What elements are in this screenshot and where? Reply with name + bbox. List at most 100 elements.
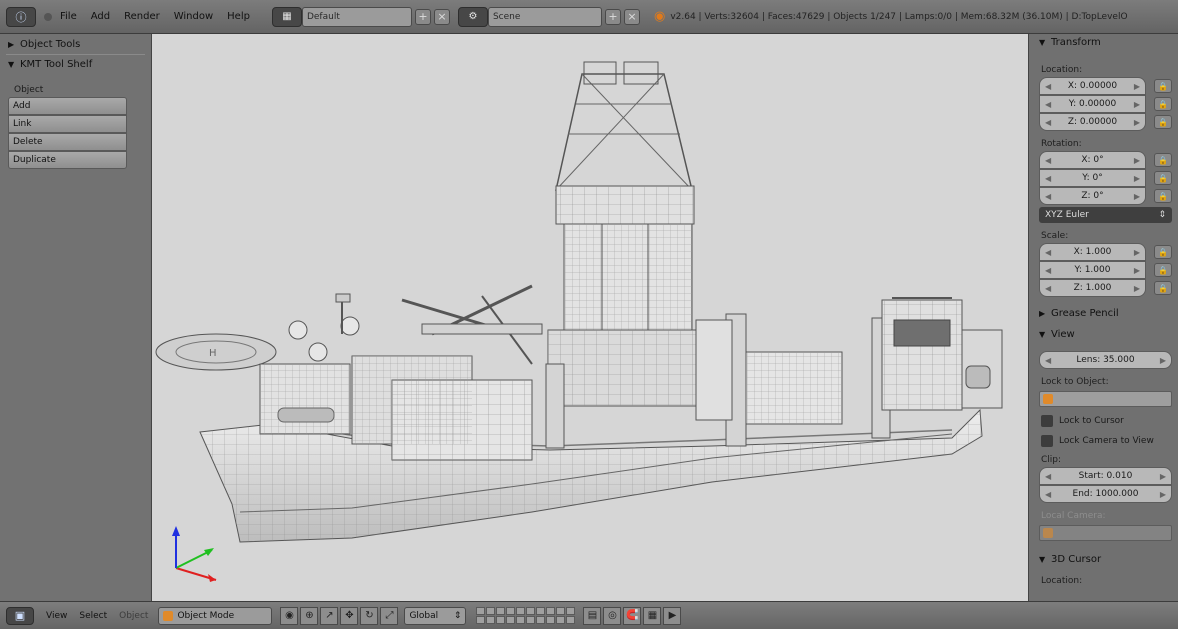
blender-logo-icon: ◉ [653, 9, 666, 24]
translate-icon[interactable]: ✥ [340, 606, 359, 625]
cursor-location-label: Location: [1041, 576, 1083, 586]
screen-layout-icon[interactable]: ▦ [271, 6, 302, 27]
lock-to-object-label: Lock to Object: [1041, 377, 1109, 387]
delete-scene-button[interactable]: × [623, 8, 640, 25]
mode-value: Object Mode [177, 610, 235, 621]
lock-icon[interactable]: 🔒 [1154, 263, 1172, 277]
scale-label: Scale: [1041, 231, 1069, 241]
scale-z-field[interactable]: ◀ Z: 1.000 ▶ [1039, 279, 1146, 297]
lock-icon[interactable]: 🔒 [1154, 97, 1172, 111]
transform-title: Transform [1051, 37, 1101, 48]
properties-panel: ▼ Transform Location: ◀ X: 0.00000 ▶ 🔒 ◀ Y: 0… [1028, 34, 1178, 601]
transform-orientation-select[interactable]: Global ⇕ [404, 606, 467, 625]
dropdown-arrows-icon: ⇕ [453, 610, 462, 621]
collapsed-triangle-icon: ▶ [8, 40, 15, 49]
lock-camera-checkbox[interactable]: Lock Camera to View [1041, 435, 1178, 447]
menu-add[interactable]: Add [91, 11, 110, 22]
expanded-triangle-icon: ▼ [1039, 555, 1046, 564]
lock-to-cursor-checkbox[interactable]: Lock to Cursor [1041, 415, 1178, 427]
lock-icon[interactable]: 🔒 [1154, 281, 1172, 295]
clip-label: Clip: [1041, 455, 1062, 465]
lock-to-object-field[interactable] [1039, 391, 1172, 407]
clip-end-field[interactable]: ◀ End: 1000.000 ▶ [1039, 485, 1172, 503]
add-scene-button[interactable]: + [604, 8, 621, 25]
menu-view[interactable]: View [46, 611, 67, 621]
location-x-field[interactable]: ◀ X: 0.00000 ▶ [1039, 77, 1146, 95]
checkbox-icon [1041, 415, 1053, 427]
scene-icon[interactable]: ⚙ [457, 6, 488, 27]
3d-viewport[interactable]: H [152, 34, 1028, 601]
rotation-z-field[interactable]: ◀ Z: 0° ▶ [1039, 187, 1146, 205]
scene-select[interactable]: Scene [487, 6, 602, 27]
location-z-field[interactable]: ◀ Z: 0.00000 ▶ [1039, 113, 1146, 131]
clip-end-value: End: 1000.000 [1072, 489, 1139, 499]
local-camera-field[interactable] [1039, 525, 1172, 541]
rotation-y-field[interactable]: ◀ Y: 0° ▶ [1039, 169, 1146, 187]
add-layout-button[interactable]: + [414, 8, 431, 25]
mode-select[interactable]: Object Mode [158, 606, 273, 625]
lock-icon[interactable]: 🔒 [1154, 153, 1172, 167]
layer-lock-icon[interactable]: ▤ [583, 606, 602, 625]
rotate-icon[interactable]: ↻ [360, 606, 379, 625]
scale-x-field[interactable]: ◀ X: 1.000 ▶ [1039, 243, 1146, 261]
menu-toggle-icon[interactable] [44, 12, 52, 21]
screen-layout-select[interactable]: Default [301, 6, 412, 27]
view-title: View [1051, 329, 1075, 340]
expanded-triangle-icon: ▼ [1039, 330, 1046, 339]
view-panel-header[interactable]: ▼ View [1029, 326, 1178, 343]
location-z-value: Z: 0.00000 [1067, 117, 1118, 127]
scale-y-value: Y: 1.000 [1074, 265, 1111, 275]
rotation-mode-select[interactable]: XYZ Euler ⇕ [1039, 207, 1172, 223]
lock-icon[interactable]: 🔒 [1154, 245, 1172, 259]
kmt-title: KMT Tool Shelf [20, 59, 93, 70]
location-y-field[interactable]: ◀ Y: 0.00000 ▶ [1039, 95, 1146, 113]
scale-icon[interactable]: ⤢ [380, 606, 399, 625]
menu-help[interactable]: Help [227, 11, 250, 22]
location-label: Location: [1041, 65, 1083, 75]
lock-icon[interactable]: 🔒 [1154, 171, 1172, 185]
proportional-edit-icon[interactable]: ◎ [603, 606, 622, 625]
scale-y-field[interactable]: ◀ Y: 1.000 ▶ [1039, 261, 1146, 279]
add-button[interactable]: Add [8, 97, 127, 115]
layers-grid[interactable] [476, 607, 576, 624]
rotation-x-value: X: 0° [1081, 155, 1104, 165]
viewport-shading-icon[interactable]: ◉ [280, 606, 299, 625]
render-preview-icon[interactable]: ▶ [663, 606, 682, 625]
menu-select[interactable]: Select [79, 611, 107, 621]
lock-camera-label: Lock Camera to View [1059, 436, 1154, 446]
delete-button[interactable]: Delete [8, 133, 127, 151]
grease-pencil-panel-header[interactable]: ▶ Grease Pencil [1029, 305, 1178, 322]
clip-start-value: Start: 0.010 [1078, 471, 1133, 481]
view3d-editor-icon[interactable]: ▣ [6, 606, 34, 625]
object-tools-panel-header[interactable]: ▶ Object Tools [0, 36, 151, 53]
lock-icon[interactable]: 🔒 [1154, 79, 1172, 93]
stats-text: v2.64 | Verts:32604 | Faces:47629 | Obje… [670, 11, 1128, 22]
duplicate-button[interactable]: Duplicate [8, 151, 127, 169]
manipulator-icon[interactable]: ↗ [320, 606, 339, 625]
lens-field[interactable]: ◀ Lens: 35.000 ▶ [1039, 351, 1172, 369]
local-camera-label: Local Camera: [1041, 511, 1106, 521]
dropdown-arrows-icon: ⇕ [1158, 210, 1166, 220]
snap-element-icon[interactable]: ▦ [643, 606, 662, 625]
menu-file[interactable]: File [60, 11, 77, 22]
menu-window[interactable]: Window [174, 11, 213, 22]
delete-layout-button[interactable]: × [433, 8, 450, 25]
menu-object[interactable]: Object [119, 611, 148, 621]
menu-render[interactable]: Render [124, 11, 160, 22]
svg-text:H: H [209, 348, 217, 359]
link-button[interactable]: Link [8, 115, 127, 133]
transform-panel-header[interactable]: ▼ Transform [1029, 34, 1178, 51]
lock-icon[interactable]: 🔒 [1154, 189, 1172, 203]
object-icon [1043, 394, 1053, 404]
3d-cursor-panel-header[interactable]: ▼ 3D Cursor [1029, 551, 1178, 568]
object-label: Object [14, 85, 44, 95]
pivot-point-icon[interactable]: ⊕ [300, 606, 319, 625]
rotation-x-field[interactable]: ◀ X: 0° ▶ [1039, 151, 1146, 169]
editor-type-button[interactable]: ⓘ [6, 6, 36, 27]
kmt-panel-header[interactable]: ▼ KMT Tool Shelf [0, 56, 151, 73]
snap-icon[interactable]: 🧲 [623, 606, 642, 625]
location-x-value: X: 0.00000 [1067, 81, 1118, 91]
rotation-mode-value: XYZ Euler [1045, 210, 1089, 220]
clip-start-field[interactable]: ◀ Start: 0.010 ▶ [1039, 467, 1172, 485]
lock-icon[interactable]: 🔒 [1154, 115, 1172, 129]
